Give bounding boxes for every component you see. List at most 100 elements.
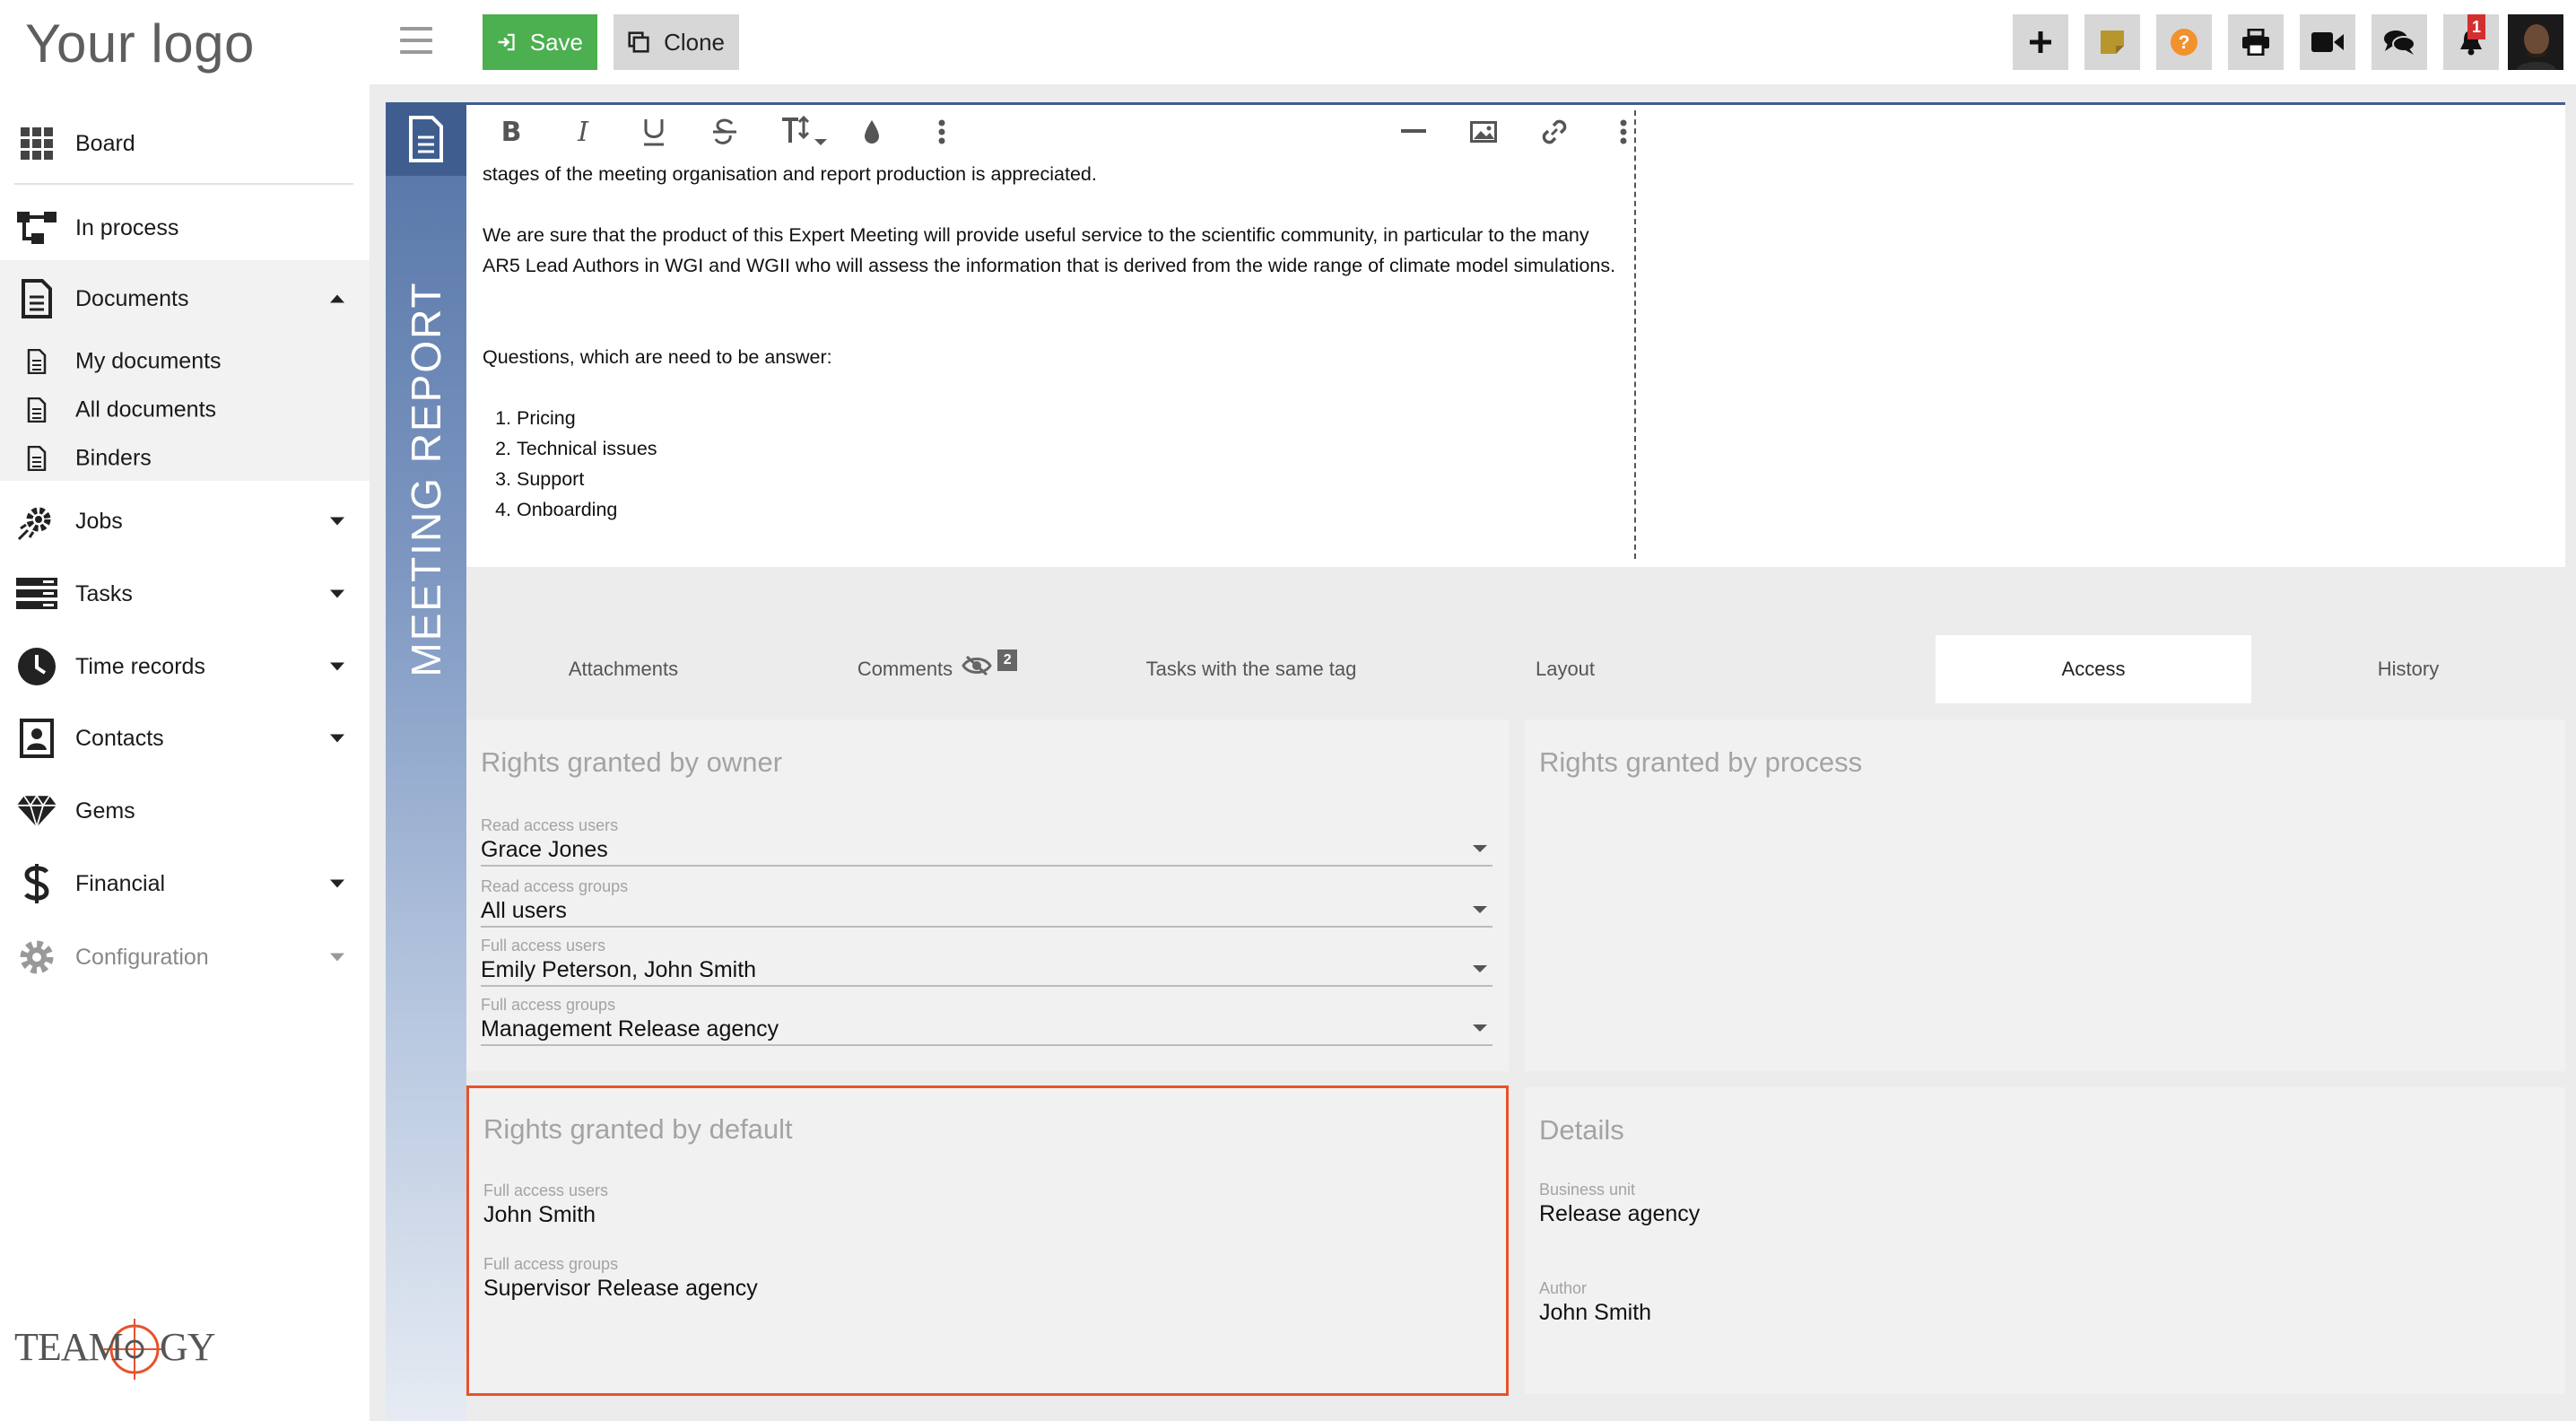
user-avatar-icon	[2508, 14, 2563, 70]
save-button[interactable]: Save	[483, 14, 597, 70]
text-size-icon[interactable]	[779, 114, 832, 150]
sidebar-item-tasks[interactable]: Tasks	[0, 558, 370, 630]
dropdown-caret-icon	[1473, 965, 1487, 972]
sidebar-item-binders[interactable]: Binders	[0, 434, 370, 483]
field-label: Read access users	[481, 816, 619, 834]
video-call-button[interactable]	[2300, 14, 2355, 70]
sidebar-item-jobs[interactable]: Jobs	[0, 485, 370, 557]
editor-column-divider	[1634, 110, 1636, 559]
tabs-bar: Attachments Comments 2 Tasks with the sa…	[466, 635, 2565, 703]
default-full-access-groups: Full access groups Supervisor Release ag…	[483, 1255, 1490, 1302]
field-label: Full access users	[483, 1181, 609, 1199]
sidebar-item-time-records[interactable]: Time records	[0, 631, 370, 702]
chevron-down-icon	[330, 589, 344, 598]
sidebar-item-label: In process	[75, 214, 179, 240]
sidebar-item-label: Financial	[75, 870, 166, 896]
print-button[interactable]	[2228, 14, 2284, 70]
sidebar-item-contacts[interactable]: Contacts	[0, 702, 370, 774]
help-icon: ?	[2171, 29, 2197, 56]
editor-content[interactable]: stages of the meeting organisation and r…	[483, 159, 1622, 525]
sidebar-item-label: Time records	[75, 653, 205, 679]
image-icon[interactable]	[1466, 114, 1501, 150]
panel-title: Rights granted by process	[1539, 746, 1863, 778]
full-access-users-select[interactable]: Full access users Emily Peterson, John S…	[481, 937, 1493, 987]
editor-toolbar: B I	[466, 105, 1634, 159]
sign-in-icon	[498, 33, 515, 51]
sticky-note-button[interactable]	[2084, 14, 2140, 70]
tab-label: Access	[2061, 658, 2126, 680]
sidebar-item-label: Configuration	[75, 944, 209, 970]
grid-icon	[16, 123, 57, 164]
tab-attachments[interactable]: Attachments	[466, 635, 780, 703]
save-button-label: Save	[529, 28, 583, 56]
more-options-icon[interactable]	[1606, 114, 1641, 150]
field-value: Management Release agency	[481, 1016, 779, 1042]
sidebar-item-label: Tasks	[75, 580, 133, 606]
tab-access[interactable]: Access	[1936, 635, 2251, 703]
author-field: Author John Smith	[1539, 1279, 2549, 1326]
field-label: Author	[1539, 1279, 1588, 1297]
sidebar-item-all-documents[interactable]: All documents	[0, 386, 370, 434]
field-label: Read access groups	[481, 877, 629, 895]
sidebar-item-in-process[interactable]: In process	[0, 192, 370, 264]
sidebar-item-financial[interactable]: Financial	[0, 848, 370, 920]
field-value: Supervisor Release agency	[483, 1276, 758, 1301]
chat-button[interactable]	[2371, 14, 2427, 70]
questions-list: Pricing Technical issues Support Onboard…	[517, 403, 1622, 525]
plus-icon	[2030, 31, 2051, 53]
underline-icon[interactable]	[636, 114, 672, 150]
sidebar-item-configuration[interactable]: Configuration	[0, 921, 370, 993]
tab-comments[interactable]: Comments 2	[780, 635, 1094, 703]
sidebar-item-board[interactable]: Board	[0, 108, 370, 179]
avatar[interactable]	[2508, 14, 2563, 70]
dropdown-caret-icon	[1473, 906, 1487, 913]
read-access-users-select[interactable]: Read access users Grace Jones	[481, 816, 1493, 867]
eye-slash-icon	[962, 655, 992, 676]
document-icon	[23, 397, 50, 423]
sidebar-item-gems[interactable]: Gems	[0, 775, 370, 847]
sidebar-item-my-documents[interactable]: My documents	[0, 337, 370, 386]
tab-layout[interactable]: Layout	[1408, 635, 1722, 703]
document-type-title: MEETING REPORT	[403, 281, 449, 677]
sidebar-item-label: Jobs	[75, 508, 123, 534]
business-unit-field: Business unit Release agency	[1539, 1181, 2549, 1227]
hamburger-menu-icon[interactable]	[400, 27, 432, 54]
field-label: Full access groups	[481, 996, 616, 1014]
chevron-up-icon	[330, 294, 344, 303]
document-type-icon-box	[386, 102, 466, 176]
sidebar-item-label: Documents	[75, 285, 189, 311]
italic-icon[interactable]: I	[565, 114, 601, 150]
tab-history[interactable]: History	[2251, 635, 2565, 703]
rich-text-editor: B I stages of the meeting organisation a…	[466, 102, 2565, 567]
field-value: Emily Peterson, John Smith	[481, 957, 757, 982]
add-button[interactable]	[2013, 14, 2068, 70]
tab-tasks-same-tag[interactable]: Tasks with the same tag	[1094, 635, 1408, 703]
dropdown-caret-icon	[1473, 845, 1487, 852]
rights-by-process-panel: Rights granted by process	[1525, 719, 2565, 1071]
list-item: Pricing	[517, 403, 1622, 433]
paragraph: Questions, which are need to be answer:	[483, 346, 832, 368]
clone-button-label: Clone	[664, 28, 725, 56]
clone-button[interactable]: Clone	[614, 14, 739, 70]
sidebar-item-documents[interactable]: Documents	[0, 263, 370, 335]
sidebar-item-label: Contacts	[75, 725, 164, 751]
text-color-icon[interactable]	[854, 114, 890, 150]
notification-badge: 1	[2467, 14, 2485, 39]
comments-count-badge: 2	[997, 649, 1018, 671]
read-access-groups-select[interactable]: Read access groups All users	[481, 877, 1493, 928]
field-label: Business unit	[1539, 1181, 1636, 1199]
tasks-icon	[16, 573, 57, 615]
help-button[interactable]: ?	[2156, 14, 2212, 70]
full-access-groups-select[interactable]: Full access groups Management Release ag…	[481, 996, 1493, 1046]
panel-title: Rights granted by owner	[481, 746, 783, 778]
link-icon[interactable]	[1536, 114, 1572, 150]
more-options-icon[interactable]	[924, 114, 960, 150]
horizontal-line-icon[interactable]	[1396, 114, 1432, 150]
paragraph: stages of the meeting organisation and r…	[483, 163, 1097, 185]
field-value: John Smith	[1539, 1300, 1652, 1325]
strikethrough-icon[interactable]	[707, 114, 743, 150]
divider	[14, 183, 353, 185]
bold-icon[interactable]: B	[493, 114, 529, 150]
sidebar-item-label: Gems	[75, 798, 135, 824]
logo[interactable]: Your logo	[25, 13, 255, 74]
